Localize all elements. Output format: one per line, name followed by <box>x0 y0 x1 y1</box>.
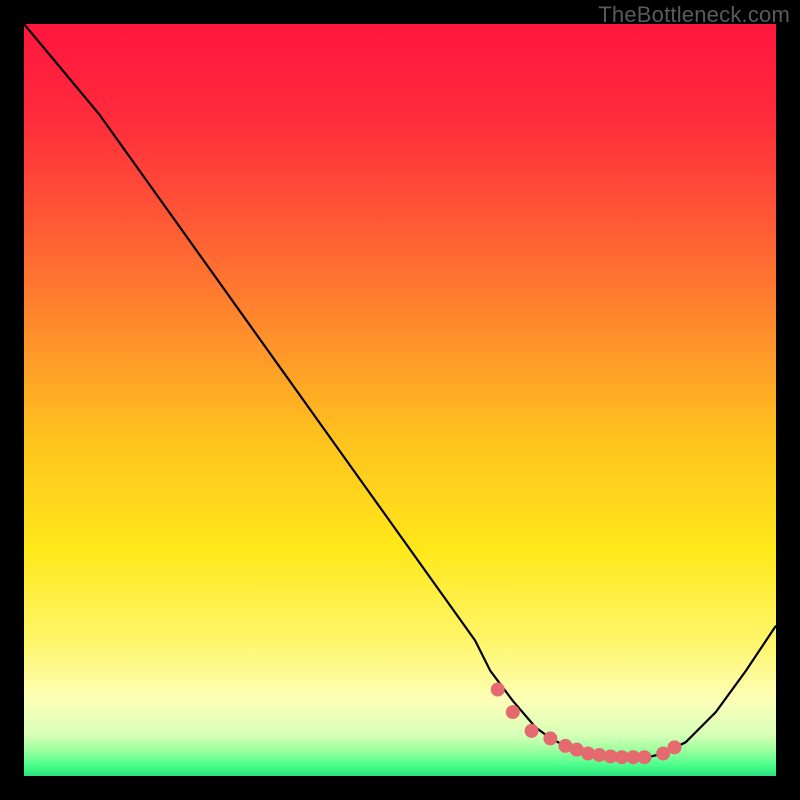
marker-point <box>543 731 557 745</box>
plot-area <box>24 24 776 776</box>
marker-point <box>667 740 681 754</box>
watermark-label: TheBottleneck.com <box>598 2 790 28</box>
marker-point <box>491 683 505 697</box>
marker-point <box>525 724 539 738</box>
marker-point <box>506 705 520 719</box>
marker-point <box>637 750 651 764</box>
gradient-background <box>24 24 776 776</box>
chart-stage: TheBottleneck.com <box>0 0 800 800</box>
bottleneck-chart <box>24 24 776 776</box>
